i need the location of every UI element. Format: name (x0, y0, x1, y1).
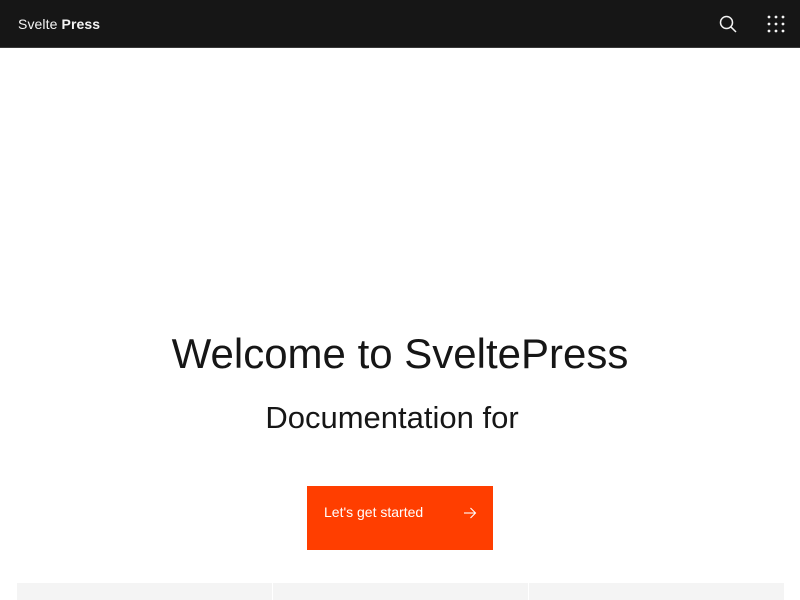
hero-title: Welcome to SveltePress (171, 330, 629, 377)
top-navigation-bar: Svelte Press (0, 0, 800, 48)
brand-prefix: Svelte (18, 15, 58, 32)
get-started-label: Let's get started (324, 504, 424, 520)
feature-card[interactable] (529, 583, 784, 600)
app-switcher-button[interactable] (752, 0, 800, 48)
get-started-button[interactable]: Let's get started (307, 486, 493, 550)
feature-card[interactable] (273, 583, 528, 600)
hero-tagline: Documentation for (265, 400, 519, 435)
app-switcher-icon (767, 15, 785, 33)
feature-cards (17, 583, 784, 600)
brand-link[interactable]: Svelte Press (0, 0, 100, 48)
hero-section: Welcome to SveltePress Documentation for… (0, 48, 800, 600)
arrow-right-icon (463, 506, 477, 522)
header-actions (704, 0, 800, 48)
feature-card[interactable] (17, 583, 272, 600)
brand-name: Press (61, 15, 101, 32)
search-icon (719, 15, 737, 33)
search-button[interactable] (704, 0, 752, 48)
